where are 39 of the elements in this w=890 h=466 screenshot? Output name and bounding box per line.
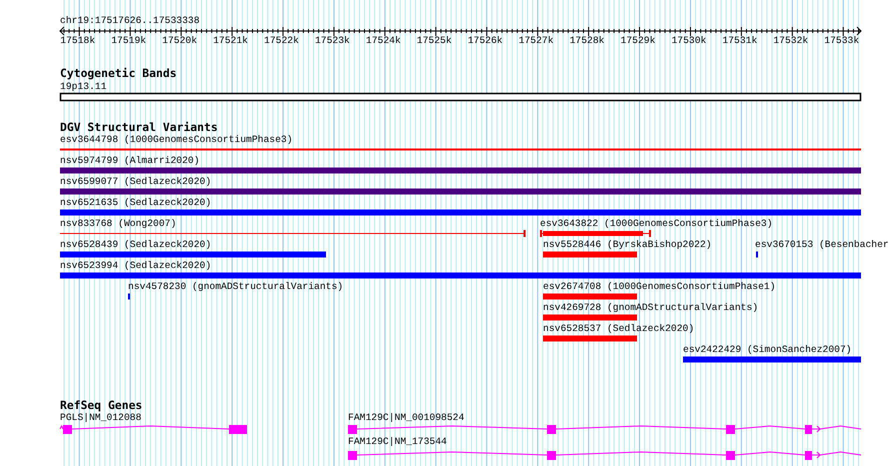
- variant-label: esv3644798 (1000GenomesConsortiumPhase3): [60, 134, 293, 146]
- track-title: RefSeq Genes: [60, 399, 142, 412]
- ruler-label: 17520k: [162, 35, 198, 47]
- variant-label: esv3670153 (Besenbacher: [755, 239, 889, 251]
- variant-label: esv2674708 (1000GenomesConsortiumPhase1): [543, 281, 776, 293]
- ruler-label: 17521k: [213, 35, 248, 47]
- variant-label: esv3643822 (1000GenomesConsortiumPhase3): [540, 218, 773, 230]
- ruler-label: 17528k: [570, 35, 604, 47]
- gene-label: FAM129C|NM_001098524: [348, 412, 464, 424]
- variant-label: nsv6528439 (Sedlazeck2020): [60, 239, 212, 251]
- variant-label: nsv4578230 (gnomADStructuralVariants): [128, 281, 344, 293]
- variant-label: nsv6599077 (Sedlazeck2020): [60, 176, 212, 188]
- variant-label: nsv5974799 (Almarri2020): [60, 155, 200, 167]
- ruler-label: 17527k: [518, 35, 554, 47]
- ruler-label: 17518k: [60, 35, 96, 47]
- ruler-label: 17519k: [111, 35, 146, 47]
- ruler-label: 17533k: [824, 35, 860, 47]
- variant-label: nsv6523994 (Sedlazeck2020): [60, 260, 212, 272]
- variant-label: nsv5528446 (ByrskaBishop2022): [543, 239, 712, 251]
- ruler-label: 17532k: [773, 35, 808, 47]
- ruler-label: 17522k: [264, 35, 299, 47]
- band-label: 19p13.11: [60, 81, 107, 93]
- variant-label: nsv6528537 (Sedlazeck2020): [543, 323, 694, 335]
- ruler-label: 17523k: [314, 35, 350, 47]
- track-title: Cytogenetic Bands: [60, 67, 177, 80]
- ruler-label: 17526k: [468, 35, 503, 47]
- track-title: DGV Structural Variants: [60, 121, 218, 134]
- ruler-label: 17531k: [722, 35, 758, 47]
- variant-label: nsv6521635 (Sedlazeck2020): [60, 197, 212, 209]
- variant-label: nsv4269728 (gnomADStructuralVariants): [543, 302, 758, 314]
- gene-label: PGLS|NM_012088: [60, 412, 142, 424]
- ruler-label: 17529k: [620, 35, 656, 47]
- ruler-label: 17530k: [671, 35, 706, 47]
- ruler-label: 17524k: [366, 35, 401, 47]
- variant-label: esv2422429 (SimonSanchez2007): [683, 344, 852, 356]
- ruler-label: 17525k: [416, 35, 452, 47]
- gene-label: FAM129C|NM_173544: [348, 436, 447, 448]
- variant-label: nsv833768 (Wong2007): [60, 218, 176, 230]
- location-label: chr19:17517626..17533338: [60, 15, 200, 27]
